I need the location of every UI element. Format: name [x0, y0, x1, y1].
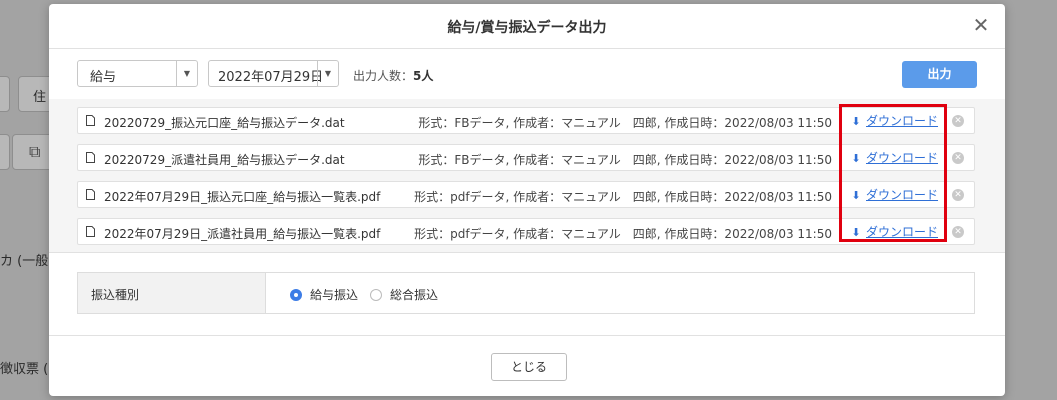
close-button[interactable]: とじる	[491, 353, 567, 381]
file-meta: 形式：FBデータ, 作成者：マニュアル 四郎, 作成日時：2022/08/03 …	[418, 153, 832, 167]
download-label: ダウンロード	[866, 225, 939, 239]
file-name: 2022年07月29日_振込元口座_給与振込一覧表.pdf	[104, 190, 381, 204]
chevron-down-icon: ▼	[176, 61, 197, 86]
download-link[interactable]: ⬇ ダウンロード	[850, 223, 938, 241]
type-select[interactable]: 給与 ▼	[77, 60, 198, 87]
transfer-type-label: 振込種別	[91, 288, 140, 302]
radio-label: 給与振込	[310, 288, 359, 302]
type-select-value: 給与	[90, 70, 117, 85]
download-icon: ⬇	[851, 115, 861, 128]
remove-file-icon[interactable]: ✕	[952, 189, 964, 201]
date-select[interactable]: 2022年07月29日 ▼	[208, 60, 339, 87]
file-name: 20220729_派遣社員用_給与振込データ.dat	[104, 153, 345, 167]
transfer-type-label-cell: 振込種別	[78, 273, 266, 313]
file-row: 20220729_派遣社員用_給与振込データ.dat 形式：FBデータ, 作成者…	[77, 144, 975, 171]
file-icon	[86, 189, 95, 200]
download-icon: ⬇	[851, 226, 861, 239]
remove-file-icon[interactable]: ✕	[952, 115, 964, 127]
transfer-type-row: 振込種別 給与振込 総合振込	[77, 272, 975, 314]
download-link[interactable]: ⬇ ダウンロード	[850, 149, 938, 167]
file-name: 2022年07月29日_派遣社員用_給与振込一覧表.pdf	[104, 227, 381, 241]
radio-unchecked-icon	[370, 289, 382, 301]
file-row: 2022年07月29日_派遣社員用_給与振込一覧表.pdf 形式：pdfデータ,…	[77, 218, 975, 245]
background-text: 住	[33, 90, 47, 105]
file-meta: 形式：FBデータ, 作成者：マニュアル 四郎, 作成日時：2022/08/03 …	[418, 116, 832, 130]
output-button[interactable]: 出力	[902, 61, 977, 88]
file-icon	[86, 226, 95, 237]
modal-footer: とじる	[49, 335, 1005, 396]
file-icon	[86, 115, 95, 126]
file-list: 20220729_振込元口座_給与振込データ.dat 形式：FBデータ, 作成者…	[49, 99, 1005, 253]
close-icon[interactable]: ✕	[969, 13, 993, 37]
background-button	[0, 76, 10, 112]
modal-header: 給与/賞与振込データ出力 ✕	[49, 4, 1005, 49]
modal-title: 給与/賞与振込データ出力	[447, 20, 607, 36]
file-row: 2022年07月29日_振込元口座_給与振込一覧表.pdf 形式：pdfデータ,…	[77, 181, 975, 208]
download-link[interactable]: ⬇ ダウンロード	[850, 186, 938, 204]
file-row: 20220729_振込元口座_給与振込データ.dat 形式：FBデータ, 作成者…	[77, 107, 975, 134]
file-name: 20220729_振込元口座_給与振込データ.dat	[104, 116, 345, 130]
radio-general-transfer[interactable]: 総合振込	[370, 286, 438, 303]
download-label: ダウンロード	[866, 114, 939, 128]
chevron-down-icon: ▼	[317, 61, 338, 86]
download-link[interactable]: ⬇ ダウンロード	[850, 112, 938, 130]
file-icon	[86, 152, 95, 163]
remove-file-icon[interactable]: ✕	[952, 226, 964, 238]
radio-salary-transfer[interactable]: 給与振込	[290, 286, 358, 303]
radio-label: 総合振込	[390, 288, 439, 302]
file-meta: 形式：pdfデータ, 作成者：マニュアル 四郎, 作成日時：2022/08/03…	[414, 190, 832, 204]
download-label: ダウンロード	[866, 188, 939, 202]
download-icon: ⬇	[851, 189, 861, 202]
background-button	[0, 134, 10, 170]
output-count-label: 出力人数：	[353, 69, 414, 83]
download-label: ダウンロード	[866, 151, 939, 165]
output-count: 出力人数：5人	[353, 67, 433, 84]
date-select-value: 2022年07月29日	[218, 70, 324, 85]
output-count-value: 5人	[413, 69, 434, 83]
export-modal: 給与/賞与振込データ出力 ✕ 給与 ▼ 2022年07月29日 ▼ 出力人数：5…	[49, 4, 1005, 396]
download-icon: ⬇	[851, 152, 861, 165]
background-text: カ (一般	[0, 254, 49, 269]
external-link-icon: ⧉	[29, 142, 41, 161]
radio-checked-icon	[290, 289, 302, 301]
toolbar: 給与 ▼ 2022年07月29日 ▼ 出力人数：5人 出力	[49, 49, 1005, 100]
file-meta: 形式：pdfデータ, 作成者：マニュアル 四郎, 作成日時：2022/08/03…	[414, 227, 832, 241]
background-text: 徴収票 (	[0, 362, 49, 377]
remove-file-icon[interactable]: ✕	[952, 152, 964, 164]
